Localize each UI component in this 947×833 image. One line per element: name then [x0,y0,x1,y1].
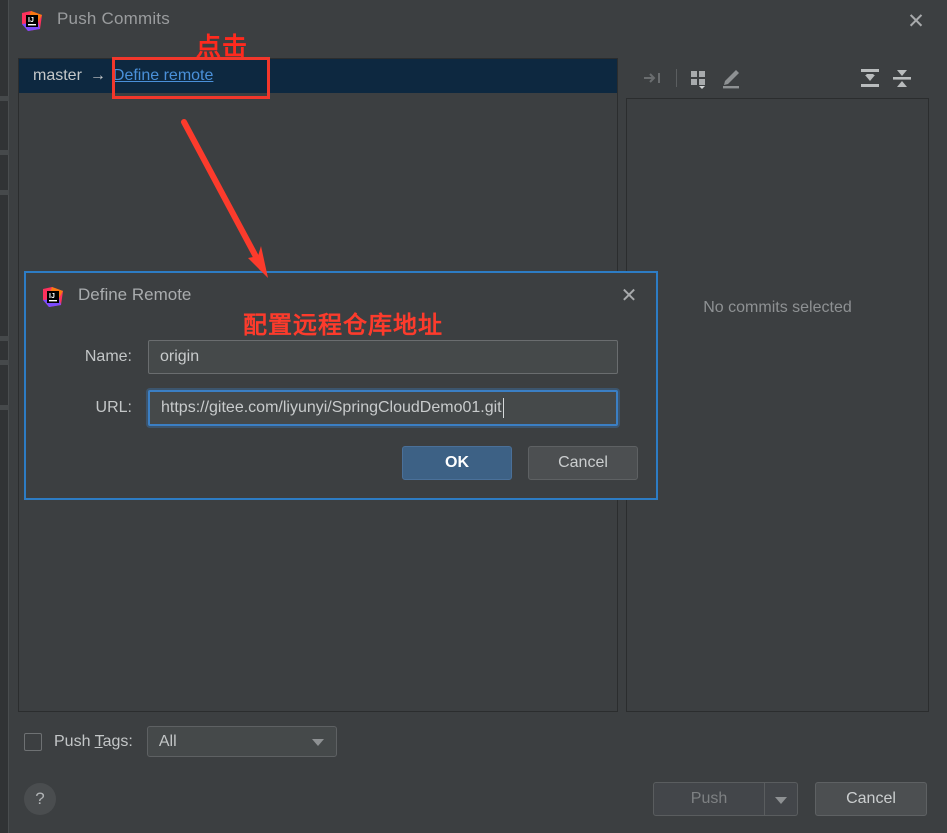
push-options-dropdown[interactable] [765,782,798,816]
commits-panel: No commits selected [626,58,929,712]
push-tags-row: Push Tags: All [24,726,337,757]
expand-all-icon[interactable] [857,66,883,90]
no-commits-message: No commits selected [703,299,852,316]
url-field-row: URL: https://gitee.com/liyunyi/SpringClo… [26,390,618,426]
intellij-idea-icon: IJ [42,286,64,308]
edge-notch [0,405,9,410]
commits-toolbar [626,58,929,98]
arrow-right-icon: → [89,67,106,84]
push-button[interactable]: Push [653,782,765,816]
window-title-bar: IJ Push Commits ✕ [9,0,947,42]
edit-pencil-icon[interactable] [718,66,744,90]
dialog-title: Define Remote [78,285,192,304]
annotation-highlight-box [112,57,270,99]
name-label: Name: [84,348,132,365]
dialog-close-icon[interactable]: ✕ [616,284,642,310]
edge-notch [0,96,9,101]
url-label: URL: [95,399,132,416]
push-tags-combo-value: All [158,732,177,750]
name-input[interactable]: origin [148,340,618,374]
source-branch-label: master [33,67,82,84]
annotation-config-text: 配置远程仓库地址 [243,312,443,339]
svg-text:IJ: IJ [49,293,55,300]
branch-row-master[interactable]: master → Define remote [19,59,617,93]
intellij-idea-icon: IJ [21,10,43,32]
chevron-down-icon [775,797,787,804]
push-tags-label: Push Tags: [54,733,133,751]
commits-list: No commits selected [626,98,929,712]
edge-notch [0,336,9,341]
url-input[interactable]: https://gitee.com/liyunyi/SpringCloudDem… [148,390,618,426]
window-left-edge [0,0,9,833]
push-tags-mnemonic: T [94,732,103,750]
name-field-row: Name: origin [26,340,618,374]
toolbar-separator [676,69,677,87]
help-button[interactable]: ? [24,783,56,815]
group-by-icon[interactable] [686,66,712,90]
text-caret [502,398,504,418]
url-input-value: https://gitee.com/liyunyi/SpringCloudDem… [161,399,502,416]
dialog-cancel-button[interactable]: Cancel [528,446,638,480]
window-title: Push Commits [57,9,170,28]
push-tags-combo[interactable]: All [146,726,337,757]
push-commits-window: IJ Push Commits ✕ master → Define remote [0,0,947,833]
push-tags-checkbox[interactable] [24,732,42,751]
edge-notch [0,190,9,195]
collapse-to-left-icon[interactable] [640,66,666,90]
dialog-ok-button[interactable]: OK [402,446,512,480]
collapse-all-icon[interactable] [889,66,915,90]
edge-notch [0,360,9,365]
push-tags-label-post: ags: [102,732,133,750]
cancel-button[interactable]: Cancel [815,782,927,816]
svg-text:IJ: IJ [28,17,34,24]
chevron-down-icon [311,739,324,746]
edge-notch [0,150,9,155]
close-icon[interactable]: ✕ [903,9,929,35]
push-tags-label-pre: Push [54,732,95,750]
